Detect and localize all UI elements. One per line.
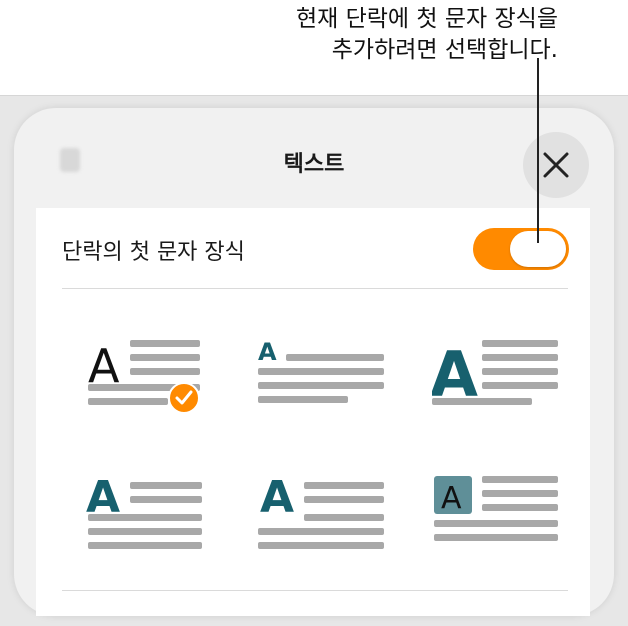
callout-line-2: 추가하려면 선택합니다. xyxy=(331,37,558,63)
callout-leader-line xyxy=(537,58,539,243)
drop-cap-style-6[interactable]: A xyxy=(432,468,562,568)
close-icon xyxy=(543,152,569,178)
selected-check-icon xyxy=(168,382,200,414)
callout-text: 현재 단락에 첫 문자 장식을 추가하려면 선택합니다. xyxy=(296,4,558,66)
drop-cap-style-5[interactable]: A xyxy=(258,468,388,568)
drop-cap-style-2[interactable]: A xyxy=(258,330,388,430)
callout-line-1: 현재 단락에 첫 문자 장식을 xyxy=(295,6,558,32)
style-2-letter: A xyxy=(258,338,277,366)
sheet-header: 텍스트 xyxy=(14,108,614,208)
sheet-content: 단락의 첫 문자 장식 A A A A A A xyxy=(36,208,590,616)
style-6-letter: A xyxy=(441,481,462,516)
drop-cap-toggle[interactable] xyxy=(473,228,569,270)
drop-cap-row: 단락의 첫 문자 장식 xyxy=(36,208,590,288)
drop-cap-style-3[interactable]: A xyxy=(432,330,562,430)
style-2-lines xyxy=(258,354,384,403)
style-5-letter: A xyxy=(260,472,294,523)
drop-cap-style-1[interactable]: A xyxy=(84,330,214,430)
text-format-sheet: 텍스트 단락의 첫 문자 장식 A A A A A A xyxy=(14,108,614,616)
drop-cap-styles-grid: A A A A A A xyxy=(36,288,590,588)
close-button[interactable] xyxy=(523,132,589,198)
divider-bottom xyxy=(62,590,568,591)
drop-cap-style-4[interactable]: A xyxy=(84,468,214,568)
drop-cap-label: 단락의 첫 문자 장식 xyxy=(62,240,245,265)
